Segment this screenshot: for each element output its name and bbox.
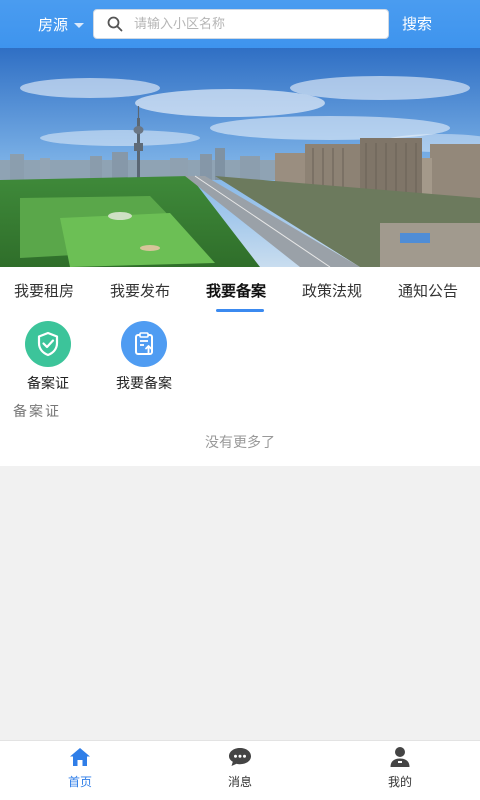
search-box[interactable] [93,9,389,39]
home-icon [40,745,120,769]
banner-image [0,48,480,267]
category-tabs: 我要租房 我要发布 我要备案 政策法规 通知公告 [0,267,480,315]
user-icon [360,745,440,769]
nav-profile-label: 我的 [387,775,412,789]
listing-type-dropdown[interactable]: 房源 [38,12,85,36]
top-bar: 房源 搜索 [0,0,480,48]
nav-messages[interactable]: 消息 [200,745,280,790]
nav-messages-label: 消息 [227,775,252,789]
tab-publish[interactable]: 我要发布 [110,267,170,315]
apply-filing-label: 我要备案 [116,376,172,392]
chat-icon [200,745,280,769]
chevron-down-icon [74,22,85,28]
bottom-nav: 首页 消息 我的 [0,740,480,800]
filing-certificate-label: 备案证 [27,376,69,392]
tab-notice[interactable]: 通知公告 [398,267,458,315]
shield-check-icon [25,321,71,367]
tab-policy[interactable]: 政策法规 [302,267,362,315]
filing-certificate-shortcut[interactable]: 备案证 [3,321,93,393]
section-title: 备案证 [13,404,61,420]
nav-profile[interactable]: 我的 [360,745,440,790]
nav-home-label: 首页 [67,775,92,789]
listing-type-label: 房源 [38,15,69,34]
filing-panel: 备案证 我要备案 备案证 没有更多了 [0,315,480,466]
nav-home[interactable]: 首页 [40,745,120,790]
active-tab-indicator [216,309,264,312]
search-icon [100,9,130,39]
empty-list-text: 没有更多了 [205,435,275,451]
apply-filing-shortcut[interactable]: 我要备案 [99,321,189,393]
search-button[interactable]: 搜索 [402,12,432,36]
search-input[interactable] [130,11,388,37]
tab-rent[interactable]: 我要租房 [14,267,74,315]
tab-filing[interactable]: 我要备案 [206,267,266,315]
clipboard-upload-icon [121,321,167,367]
